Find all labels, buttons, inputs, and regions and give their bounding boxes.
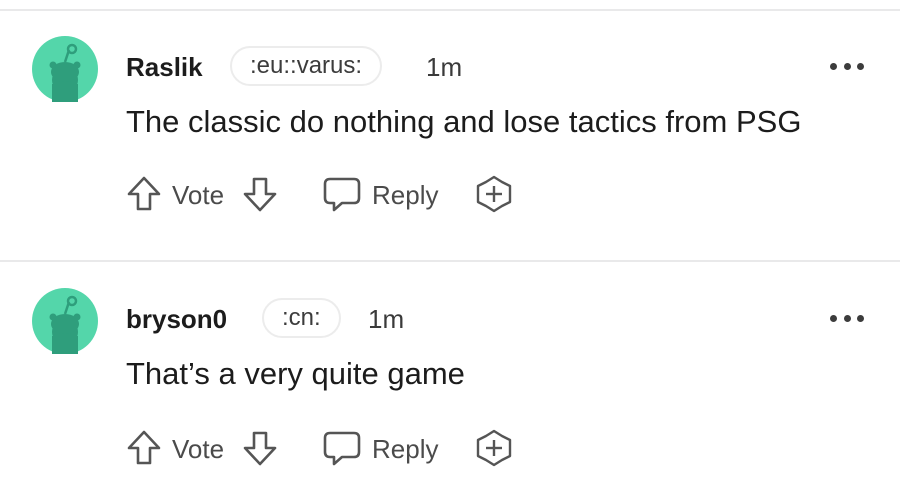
username[interactable]: Raslik bbox=[126, 52, 203, 83]
vote-label: Vote bbox=[172, 180, 225, 210]
reply-icon[interactable] bbox=[322, 174, 362, 214]
award-icon[interactable] bbox=[474, 428, 514, 468]
avatar-icon[interactable] bbox=[32, 288, 98, 354]
comment-actions: Vote Reply bbox=[124, 174, 544, 214]
timestamp: 1m bbox=[426, 52, 463, 82]
username[interactable]: bryson0 bbox=[126, 304, 227, 335]
award-icon[interactable] bbox=[474, 174, 514, 214]
reply-button[interactable]: Reply bbox=[372, 180, 438, 211]
more-options-icon[interactable] bbox=[830, 58, 864, 74]
comment-body: That’s a very quite game bbox=[126, 356, 465, 391]
user-flair: :eu::varus: bbox=[230, 46, 383, 86]
downvote-icon[interactable] bbox=[240, 428, 280, 468]
timestamp: 1m bbox=[368, 304, 405, 334]
upvote-icon[interactable] bbox=[124, 174, 164, 214]
comment-1: Raslik :eu::varus: 1m The classic do not… bbox=[0, 0, 900, 230]
comment-body: The classic do nothing and lose tactics … bbox=[126, 104, 802, 139]
more-options-icon[interactable] bbox=[830, 310, 864, 326]
comment-actions: Vote Reply bbox=[124, 428, 544, 468]
vote-label: Vote bbox=[172, 434, 225, 464]
comment-2: bryson0 :cn: 1m That’s a very quite game… bbox=[0, 252, 900, 482]
user-flair: :cn: bbox=[262, 298, 341, 338]
downvote-icon[interactable] bbox=[240, 174, 280, 214]
reply-button[interactable]: Reply bbox=[372, 434, 438, 465]
upvote-icon[interactable] bbox=[124, 428, 164, 468]
reply-icon[interactable] bbox=[322, 428, 362, 468]
avatar-icon[interactable] bbox=[32, 36, 98, 102]
